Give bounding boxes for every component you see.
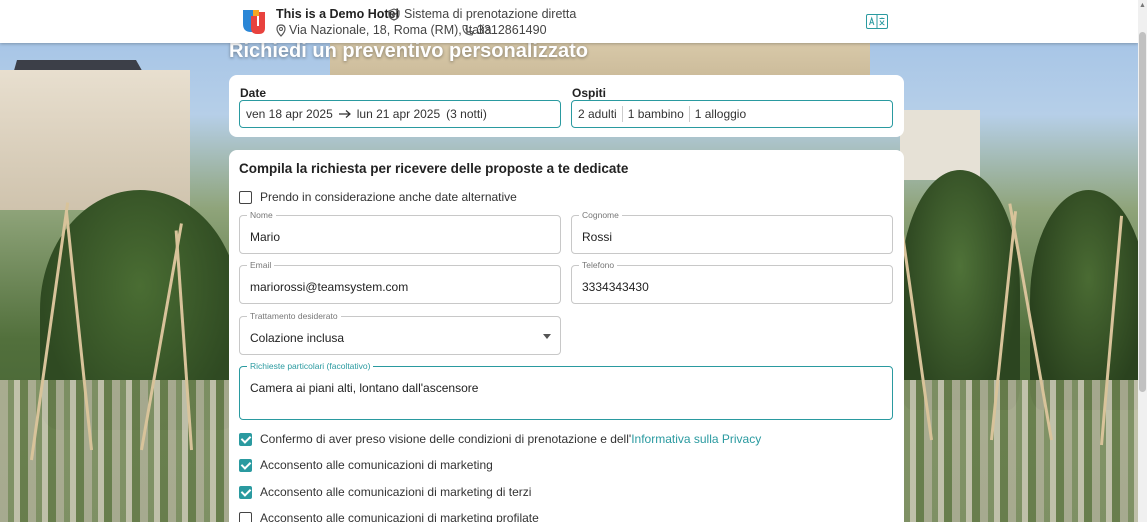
form-heading: Compila la richiesta per ricevere delle … [239, 161, 629, 176]
page-scrollbar[interactable]: ▲ [1138, 0, 1147, 522]
bg-hedge-far-right [1030, 190, 1147, 410]
special-requests-textarea[interactable]: Richieste particolari (facoltativo) Came… [239, 361, 893, 420]
third-party-consent-checkbox[interactable] [239, 485, 252, 499]
marketing-consent-row[interactable]: Acconsento alle comunicazioni di marketi… [239, 458, 493, 472]
dates-selector[interactable]: ven 18 apr 2025 lun 21 apr 2025 (3 notti… [239, 100, 561, 128]
third-party-consent-row[interactable]: Acconsento alle comunicazioni di marketi… [239, 485, 531, 499]
hotel-phone[interactable]: 3312861490 [462, 23, 547, 37]
terms-consent-checkbox[interactable] [239, 432, 252, 446]
tagline: Sistema di prenotazione diretta [388, 7, 576, 21]
separator [621, 106, 623, 122]
terms-consent-row[interactable]: Confermo di aver preso visione delle con… [239, 432, 761, 446]
alt-dates-label: Prendo in considerazione anche date alte… [260, 190, 517, 204]
rooms-count: 1 alloggio [694, 107, 747, 121]
location-pin-icon [276, 23, 286, 37]
hotel-name: This is a Demo Hotel [276, 7, 399, 21]
hotel-address: Via Nazionale, 18, Roma (RM), Italia [276, 23, 492, 37]
marketing-consent-label: Acconsento alle comunicazioni di marketi… [260, 458, 493, 472]
search-summary-card: Date ven 18 apr 2025 lun 21 apr 2025 (3 … [229, 75, 904, 137]
alt-dates-checkbox[interactable] [239, 190, 252, 204]
adults-count: 2 adulti [578, 107, 617, 121]
language-translate-icon[interactable] [866, 14, 888, 29]
name-value: Mario [250, 230, 281, 244]
phone-value: 3334343430 [582, 280, 649, 294]
profiled-consent-checkbox[interactable] [239, 511, 252, 522]
email-label: Email [247, 260, 275, 270]
special-requests-value: Camera ai piani alti, lontano dall'ascen… [250, 381, 479, 395]
phone-field[interactable]: Telefono 3334343430 [571, 260, 893, 304]
bg-building-right [900, 110, 980, 180]
marketing-consent-checkbox[interactable] [239, 458, 252, 472]
profiled-consent-label: Acconsento alle comunicazioni di marketi… [260, 511, 539, 522]
scrollbar-thumb[interactable] [1139, 32, 1146, 392]
special-requests-label: Richieste particolari (facoltativo) [247, 361, 374, 371]
phone-label: Telefono [579, 260, 618, 270]
children-count: 1 bambino [627, 107, 684, 121]
name-field[interactable]: Nome Mario [239, 210, 561, 254]
surname-field[interactable]: Cognome Rossi [571, 210, 893, 254]
treatment-value: Colazione inclusa [250, 331, 345, 345]
date-to: lun 21 apr 2025 [356, 107, 441, 121]
tagline-text: Sistema di prenotazione diretta [404, 7, 577, 21]
name-label: Nome [247, 210, 276, 220]
site-header: This is a Demo Hotel Sistema di prenotaz… [0, 0, 1138, 43]
third-party-consent-label: Acconsento alle comunicazioni di marketi… [260, 485, 532, 499]
dates-title: Date [240, 86, 267, 100]
privacy-policy-link[interactable]: Informativa sulla Privacy [631, 432, 761, 446]
phone-text: 3312861490 [477, 23, 547, 37]
guests-title: Ospiti [572, 86, 607, 100]
surname-label: Cognome [579, 210, 622, 220]
email-field[interactable]: Email mariorossi@teamsystem.com [239, 260, 561, 304]
page-title: Richiedi un preventivo personalizzato [229, 40, 588, 62]
email-value: mariorossi@teamsystem.com [250, 280, 409, 294]
treatment-label: Trattamento desiderato [247, 311, 341, 321]
bg-building-left [0, 70, 190, 210]
shield-check-icon [388, 7, 400, 21]
surname-value: Rossi [582, 230, 613, 244]
dropdown-caret-icon [543, 334, 551, 339]
profiled-consent-row[interactable]: Acconsento alle comunicazioni di marketi… [239, 511, 539, 522]
phone-icon [462, 24, 474, 36]
date-from: ven 18 apr 2025 [246, 107, 333, 121]
treatment-select[interactable]: Trattamento desiderato Colazione inclusa [239, 311, 561, 355]
terms-consent-label: Confermo di aver preso visione delle con… [260, 432, 632, 446]
alt-dates-checkbox-row[interactable]: Prendo in considerazione anche date alte… [239, 190, 517, 204]
arrow-right-icon [338, 110, 351, 118]
separator [688, 106, 690, 122]
hotel-logo-icon [243, 10, 265, 34]
bg-hedge-right [900, 170, 1020, 410]
scroll-up-arrow-icon[interactable]: ▲ [1139, 2, 1146, 9]
request-form-card: Compila la richiesta per ricevere delle … [229, 150, 904, 522]
guests-selector[interactable]: 2 adulti 1 bambino 1 alloggio [571, 100, 893, 128]
nights-count: (3 notti) [446, 107, 487, 121]
